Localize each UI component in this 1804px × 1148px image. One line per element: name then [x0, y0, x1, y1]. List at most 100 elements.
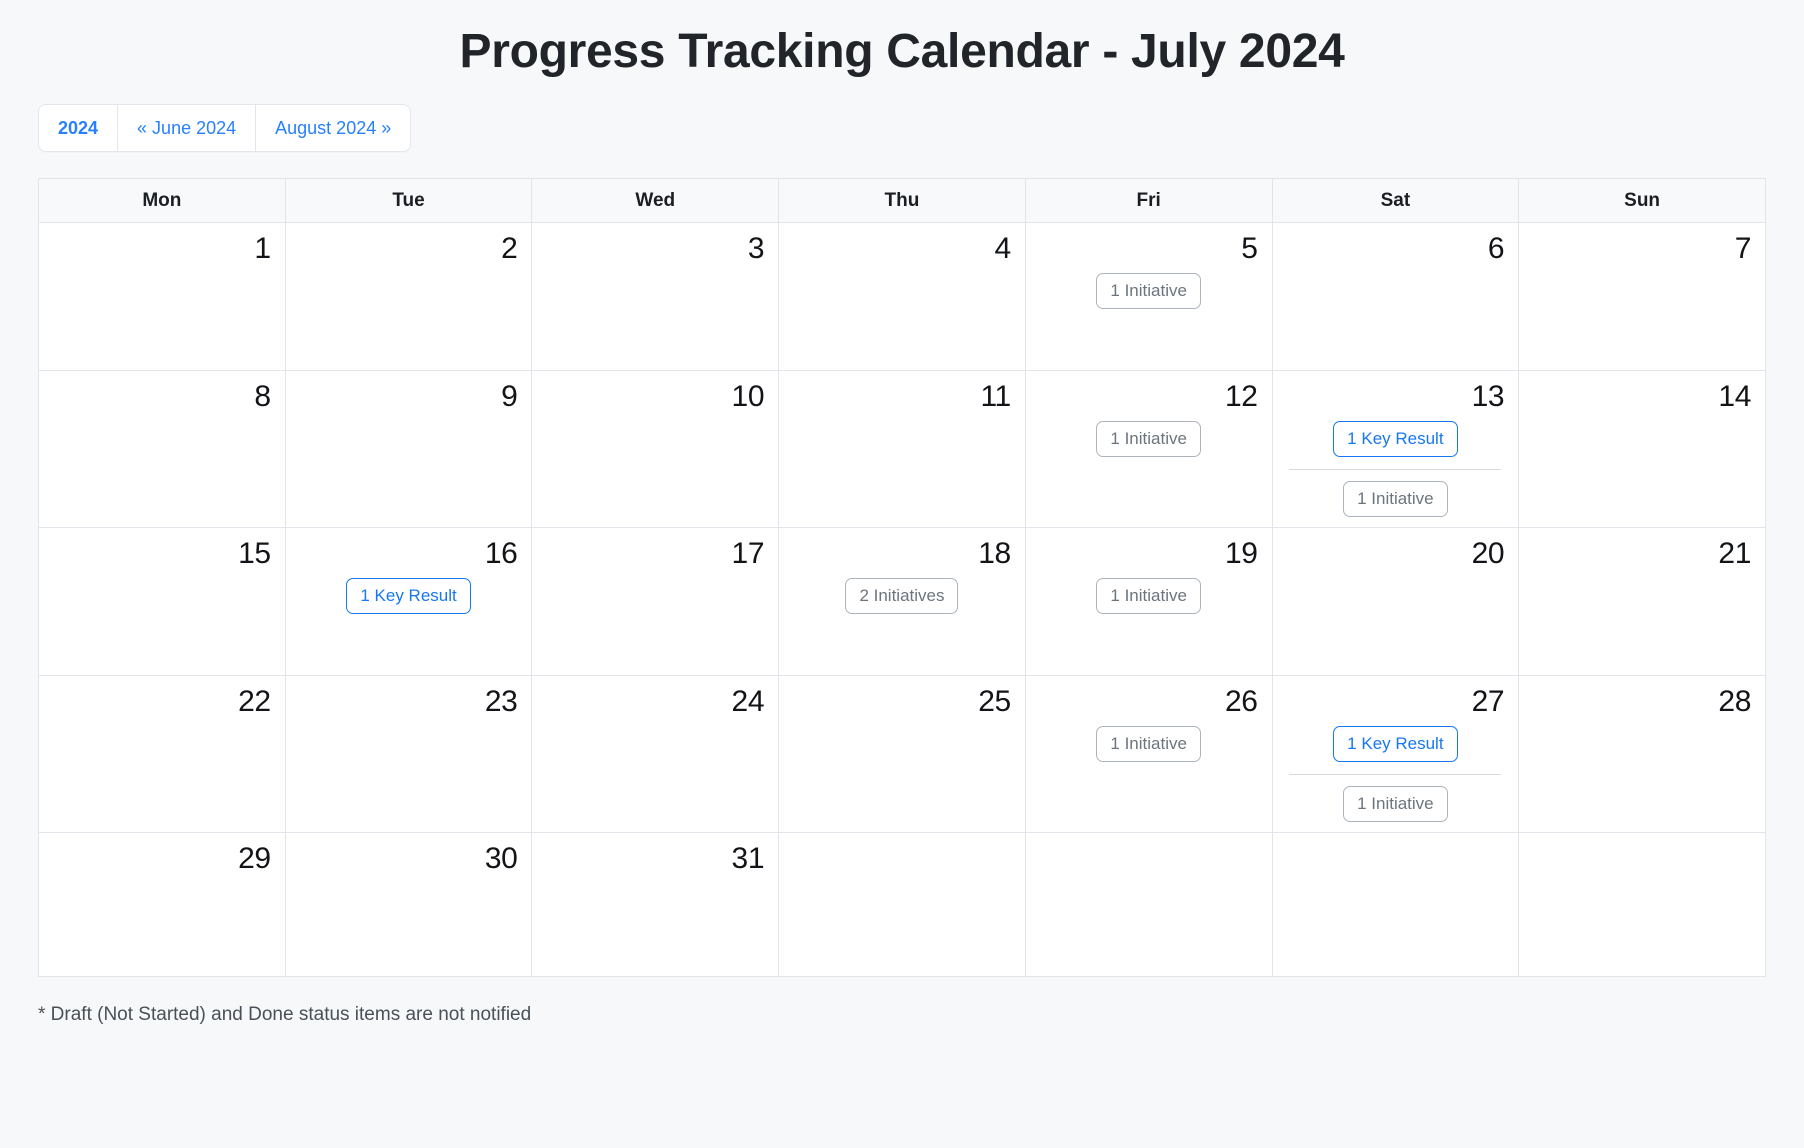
calendar-day-cell[interactable]: 31 — [531, 832, 780, 977]
day-number: 30 — [484, 842, 518, 875]
calendar-day-cell[interactable]: 5 1 Initiative — [1024, 222, 1273, 371]
calendar-day-cell[interactable]: 20 — [1271, 527, 1520, 676]
day-number: 31 — [731, 842, 765, 875]
day-number: 3 — [747, 232, 765, 265]
day-number: 9 — [501, 380, 518, 413]
day-number: 15 — [238, 537, 271, 570]
calendar-day-cell[interactable]: 12 1 Initiative — [1024, 370, 1273, 528]
day-number: 2 — [501, 232, 518, 265]
day-number: 13 — [1471, 380, 1505, 413]
day-number: 18 — [978, 537, 1011, 570]
calendar-day-cell[interactable]: 4 — [778, 222, 1026, 371]
calendar-week-row: 1 2 3 4 5 1 Initiative 6 7 — [38, 222, 1766, 371]
calendar-day-cell[interactable]: 7 — [1518, 222, 1766, 371]
day-number: 10 — [731, 380, 765, 413]
weekday-header-wed: Wed — [531, 178, 780, 223]
key-result-badge[interactable]: 1 Key Result — [1333, 726, 1458, 762]
calendar-day-cell[interactable]: 6 — [1271, 222, 1520, 371]
calendar-body: 123451 Initiative 6 7 8 9 10 11 12 1 Initiative 1… — [38, 222, 1766, 977]
day-number: 20 — [1471, 537, 1505, 570]
day-badge-list: 1 Key Result 1 Initiative — [1287, 726, 1505, 822]
page-title: Progress Tracking Calendar - July 2024 — [459, 25, 1345, 78]
day-number: 23 — [484, 685, 518, 718]
calendar-day-cell[interactable]: 22 — [38, 675, 286, 833]
day-number: 1 — [254, 232, 271, 265]
weekday-header-row: Mon Tue Wed Thu Fri Sat Sun — [38, 178, 1766, 223]
badge-divider — [1289, 774, 1502, 775]
calendar-day-cell[interactable]: 30 — [284, 832, 533, 977]
calendar-day-cell[interactable]: 24 — [531, 675, 780, 833]
calendar-day-cell[interactable]: 23 — [284, 675, 533, 833]
day-badge-list: 1 Key Result — [300, 578, 518, 614]
calendar-empty-cell — [778, 832, 1026, 977]
footer-note: * Draft (Not Started) and Done status it… — [38, 1004, 532, 1025]
weekday-header-mon: Mon — [38, 178, 286, 223]
day-number: 8 — [254, 380, 271, 413]
calendar-day-cell[interactable]: 2 — [284, 222, 533, 371]
calendar-day-cell[interactable]: 18 2 Initiatives — [778, 527, 1026, 676]
calendar-day-cell[interactable]: 28 — [1518, 675, 1766, 833]
initiative-badge[interactable]: 1 Initiative — [1096, 273, 1201, 309]
key-result-badge[interactable]: 1 Key Result — [346, 578, 471, 614]
calendar-day-cell[interactable]: 26 1 Initiative — [1024, 675, 1273, 833]
day-number: 16 — [484, 537, 518, 570]
calendar-day-cell[interactable]: 1 — [38, 222, 286, 371]
calendar-page: Progress Tracking Calendar - July 2024 2… — [0, 0, 1804, 1148]
weekday-header-sat: Sat — [1271, 178, 1520, 223]
day-number: 6 — [1487, 232, 1505, 265]
calendar-week-row: 29 30 31 — [38, 832, 1766, 977]
calendar-day-cell[interactable]: 8 — [38, 370, 286, 528]
day-number: 7 — [1734, 232, 1752, 265]
day-number: 5 — [1241, 232, 1258, 265]
calendar-day-cell[interactable]: 13 1 Key Result 1 Initiative — [1271, 370, 1520, 528]
day-number: 14 — [1718, 380, 1751, 413]
initiative-badge[interactable]: 1 Initiative — [1343, 786, 1448, 822]
day-badge-list: 2 Initiatives — [793, 578, 1011, 614]
calendar-day-cell[interactable]: 16 1 Key Result — [284, 527, 533, 676]
day-number: 27 — [1471, 685, 1505, 718]
next-month-button[interactable]: August 2024 » — [256, 105, 411, 151]
initiative-badge[interactable]: 1 Initiative — [1096, 421, 1201, 457]
month-pager-group: 2024 « June 2024 August 2024 » — [38, 104, 412, 152]
day-number: 29 — [238, 842, 271, 875]
day-number: 25 — [978, 685, 1011, 718]
calendar-day-cell[interactable]: 10 — [531, 370, 780, 528]
previous-month-button[interactable]: « June 2024 — [118, 105, 257, 151]
key-result-badge[interactable]: 1 Key Result — [1333, 421, 1458, 457]
calendar-day-cell[interactable]: 19 1 Initiative — [1024, 527, 1273, 676]
calendar-day-cell[interactable]: 29 — [38, 832, 286, 977]
day-number: 22 — [238, 685, 271, 718]
day-badge-list: 1 Initiative — [1040, 273, 1258, 309]
day-badge-list: 1 Initiative — [1040, 726, 1258, 762]
calendar-day-cell[interactable]: 9 — [284, 370, 533, 528]
calendar-week-row: 22 23 24 25 26 1 Initiative 27 1 Key Result 1 In… — [38, 675, 1766, 833]
calendar-empty-cell — [1024, 832, 1273, 977]
day-badge-list: 1 Key Result 1 Initiative — [1287, 421, 1505, 517]
calendar-day-cell[interactable]: 17 — [531, 527, 780, 676]
calendar-grid: Mon Tue Wed Thu Fri Sat Sun 123451 Initiative 6… — [38, 178, 1766, 977]
calendar-day-cell[interactable]: 3 — [531, 222, 780, 371]
weekday-header-sun: Sun — [1518, 178, 1766, 223]
calendar-day-cell[interactable]: 14 — [1518, 370, 1766, 528]
day-number: 24 — [731, 685, 765, 718]
day-number: 26 — [1224, 685, 1258, 718]
calendar-day-cell[interactable]: 25 — [778, 675, 1026, 833]
calendar-day-cell[interactable]: 11 — [778, 370, 1026, 528]
calendar-week-row: 8 9 10 11 12 1 Initiative 13 1 Key Result 1 Init… — [38, 370, 1766, 528]
initiative-badge[interactable]: 1 Initiative — [1096, 726, 1201, 762]
calendar-empty-cell — [1271, 832, 1520, 977]
weekday-header-tue: Tue — [284, 178, 533, 223]
calendar-navigation: 2024 « June 2024 August 2024 » — [38, 104, 1766, 152]
calendar-day-cell[interactable]: 27 1 Key Result 1 Initiative — [1271, 675, 1520, 833]
calendar-empty-cell — [1518, 832, 1766, 977]
calendar-day-cell[interactable]: 15 — [38, 527, 286, 676]
calendar-day-cell[interactable]: 21 — [1518, 527, 1766, 676]
initiative-badge[interactable]: 1 Initiative — [1343, 481, 1448, 517]
initiative-badge[interactable]: 2 Initiatives — [845, 578, 959, 614]
weekday-header-fri: Fri — [1024, 178, 1273, 223]
weekday-header-thu: Thu — [778, 178, 1026, 223]
day-badge-list: 1 Initiative — [1040, 578, 1258, 614]
current-year-button[interactable]: 2024 — [39, 105, 119, 151]
badge-divider — [1289, 469, 1502, 470]
initiative-badge[interactable]: 1 Initiative — [1096, 578, 1201, 614]
